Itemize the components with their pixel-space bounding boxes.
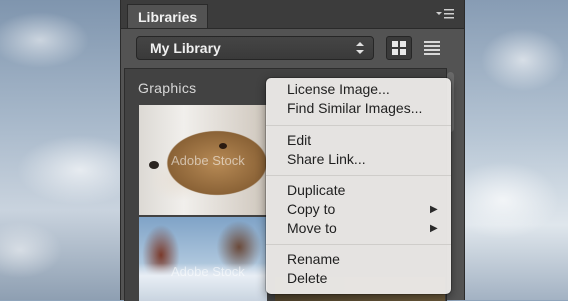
menu-item-delete[interactable]: Delete bbox=[287, 269, 327, 288]
adobe-stock-watermark: Adobe Stock bbox=[171, 153, 245, 168]
menu-item-move-to-label: Move to bbox=[287, 220, 337, 236]
context-menu: License Image... Find Similar Images... … bbox=[266, 78, 451, 294]
triangle-right-icon: ▶ bbox=[430, 223, 438, 234]
menu-item-find-similar-images[interactable]: Find Similar Images... bbox=[287, 99, 422, 118]
menu-item-copy-to[interactable]: Copy to ▶ bbox=[287, 200, 438, 219]
library-select[interactable]: My Library bbox=[136, 36, 374, 60]
menu-item-edit[interactable]: Edit bbox=[287, 131, 311, 150]
grid-view-button[interactable] bbox=[386, 36, 412, 60]
flyout-menu-icon[interactable] bbox=[436, 8, 454, 20]
menu-separator bbox=[266, 125, 451, 126]
menu-separator bbox=[266, 175, 451, 176]
adobe-stock-watermark: Adobe Stock bbox=[171, 264, 245, 279]
menu-item-copy-to-label: Copy to bbox=[287, 201, 336, 217]
desktop-background-right bbox=[463, 0, 568, 300]
section-title-graphics: Graphics bbox=[138, 80, 197, 96]
tab-libraries[interactable]: Libraries bbox=[127, 4, 209, 28]
menu-item-move-to[interactable]: Move to ▶ bbox=[287, 219, 438, 238]
graphic-thumbnail-winter[interactable]: Adobe Stock bbox=[139, 217, 267, 301]
menu-item-duplicate[interactable]: Duplicate bbox=[287, 181, 345, 200]
graphic-thumbnail-dog[interactable]: Adobe Stock bbox=[139, 105, 267, 215]
dog-nose bbox=[149, 161, 159, 169]
triangle-right-icon: ▶ bbox=[430, 204, 438, 215]
menu-item-share-link[interactable]: Share Link... bbox=[287, 150, 366, 169]
dog-eye bbox=[219, 143, 227, 149]
panel-tab-bar: Libraries bbox=[121, 0, 464, 29]
library-select-value: My Library bbox=[150, 40, 221, 56]
desktop-background-left bbox=[0, 0, 120, 300]
up-down-arrows-icon bbox=[355, 40, 365, 62]
menu-item-rename[interactable]: Rename bbox=[287, 250, 340, 269]
menu-separator bbox=[266, 244, 451, 245]
menu-item-license-image[interactable]: License Image... bbox=[287, 80, 390, 99]
list-view-button[interactable] bbox=[419, 36, 445, 60]
